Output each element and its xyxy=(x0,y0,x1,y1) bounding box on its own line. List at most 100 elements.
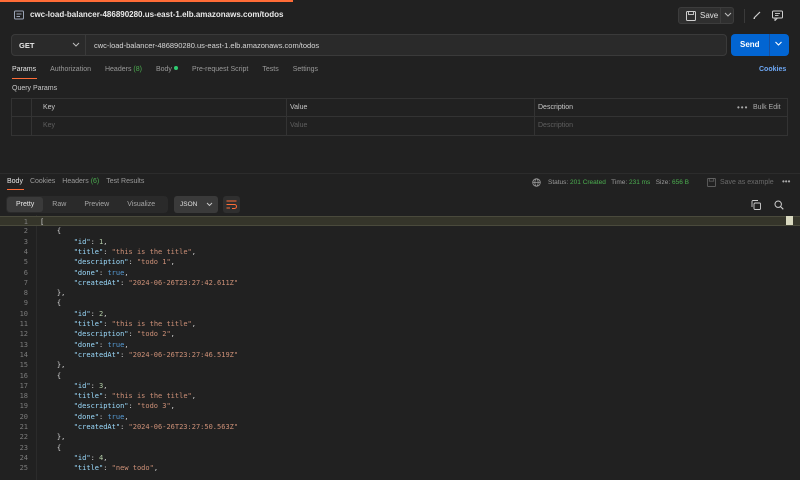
tab-authorization[interactable]: Authorization xyxy=(50,66,91,78)
cookies-link[interactable]: Cookies xyxy=(759,66,786,73)
code-line: 1[ xyxy=(0,216,800,227)
url-input[interactable] xyxy=(94,35,714,55)
table-header-row: Key Value Description ••• Bulk Edit xyxy=(12,99,787,117)
value-input[interactable]: Value xyxy=(290,122,307,129)
request-title[interactable]: cwc-load-balancer-486890280.us-east-1.el… xyxy=(30,10,283,19)
tab-body[interactable]: Body xyxy=(156,66,178,78)
header-divider xyxy=(744,9,745,23)
comment-icon[interactable] xyxy=(772,10,783,21)
tab-underline xyxy=(12,78,37,79)
code-line: 21 "createdAt": "2024-06-26T23:27:50.563… xyxy=(0,422,800,432)
code-text: "createdAt": "2024-06-26T23:27:42.611Z" xyxy=(73,278,239,287)
description-input[interactable]: Description xyxy=(538,122,573,129)
tab-response-body[interactable]: Body xyxy=(7,178,23,185)
code-text: "description": "todo 1", xyxy=(73,258,175,267)
code-text: { xyxy=(56,227,62,236)
code-line: 18 "title": "this is the title", xyxy=(0,391,800,401)
code-line: 16 { xyxy=(0,371,800,381)
code-line: 23 { xyxy=(0,443,800,453)
size-value[interactable]: 656 B xyxy=(672,179,689,186)
tab-params[interactable]: Params xyxy=(12,66,36,78)
save-as-example-button[interactable]: Save as example xyxy=(720,179,774,186)
line-number: 7 xyxy=(23,278,28,287)
save-icon xyxy=(707,178,716,187)
code-text: [ xyxy=(40,218,45,226)
tab-label: Body xyxy=(155,66,172,73)
column-divider xyxy=(31,99,32,135)
tab-response-cookies[interactable]: Cookies xyxy=(30,178,55,185)
time-value[interactable]: 231 ms xyxy=(629,179,650,186)
code-text: "done": true, xyxy=(73,340,129,349)
request-tabs: Params Authorization Headers (8) Body Pr… xyxy=(12,66,332,78)
line-number: 1 xyxy=(23,218,28,226)
bulk-edit-button[interactable]: Bulk Edit xyxy=(753,104,781,111)
line-number: 17 xyxy=(19,381,28,390)
code-text: { xyxy=(56,299,62,308)
line-number: 4 xyxy=(23,247,28,256)
code-text: "description": "todo 2", xyxy=(73,330,175,339)
code-line: 20 "done": true, xyxy=(0,412,800,422)
send-button[interactable]: Send xyxy=(731,34,789,56)
code-line: 4 "title": "this is the title", xyxy=(0,247,800,257)
line-number: 10 xyxy=(19,309,28,318)
tab-label: Authorization xyxy=(50,66,91,73)
code-text: }, xyxy=(56,433,66,442)
method-divider xyxy=(85,35,86,55)
line-number: 25 xyxy=(19,464,28,473)
tab-label: Headers xyxy=(104,66,132,73)
query-params-title: Query Params xyxy=(12,85,58,92)
edit-icon[interactable] xyxy=(752,10,762,20)
column-divider xyxy=(286,99,287,135)
code-line: 3 "id": 1, xyxy=(0,237,800,247)
tab-label: Settings xyxy=(292,66,318,73)
response-body-editor[interactable]: 1[2 {3 "id": 1, 4 "title": "this is the t… xyxy=(0,215,800,480)
code-line: 11 "title": "this is the title", xyxy=(0,319,800,329)
format-select[interactable]: JSON xyxy=(174,196,218,213)
tab-settings[interactable]: Settings xyxy=(293,66,318,78)
response-status: Status: 201 Created Time: 231 ms Size: 6… xyxy=(548,179,689,186)
line-number: 16 xyxy=(19,371,28,380)
text-cursor-marker xyxy=(786,216,793,225)
more-options-icon[interactable]: ••• xyxy=(737,103,748,112)
tab-headers[interactable]: Headers (8) xyxy=(105,66,142,78)
wrap-lines-button[interactable] xyxy=(223,196,240,213)
column-value: Value xyxy=(290,104,308,111)
line-number: 20 xyxy=(19,412,28,421)
code-line: 13 "done": true, xyxy=(0,340,800,350)
tab-tests[interactable]: Tests xyxy=(262,66,278,78)
view-visualize[interactable]: Visualize xyxy=(118,197,164,212)
chevron-down-icon[interactable] xyxy=(72,42,80,47)
column-key: Key xyxy=(43,104,56,111)
view-pretty[interactable]: Pretty xyxy=(7,197,44,212)
status-value[interactable]: 201 Created xyxy=(570,179,606,186)
tab-test-results[interactable]: Test Results xyxy=(106,178,144,185)
code-line: 8 }, xyxy=(0,288,800,298)
tab-pre-request-script[interactable]: Pre-request Script xyxy=(192,66,248,78)
globe-icon[interactable] xyxy=(532,178,541,187)
code-line: 12 "description": "todo 2", xyxy=(0,329,800,339)
response-tab-underline xyxy=(7,189,24,190)
code-text: "title": "this is the title", xyxy=(73,247,196,256)
code-text: { xyxy=(56,371,62,380)
tab-label: Params xyxy=(12,66,37,73)
view-preview[interactable]: Preview xyxy=(75,197,118,212)
save-button[interactable]: Save xyxy=(678,7,734,24)
key-input[interactable]: Key xyxy=(43,122,55,129)
code-text: "id": 2, xyxy=(73,309,108,318)
search-icon[interactable] xyxy=(774,200,784,210)
column-divider xyxy=(534,99,535,135)
code-text: "id": 4, xyxy=(73,453,108,462)
chevron-down-icon[interactable] xyxy=(774,41,783,47)
line-number: 18 xyxy=(19,392,28,401)
line-number: 24 xyxy=(19,453,28,462)
more-options-icon[interactable]: ••• xyxy=(782,177,790,186)
method-select[interactable]: GET xyxy=(19,41,34,50)
copy-icon[interactable] xyxy=(751,200,761,210)
tab-label: Headers xyxy=(62,178,89,185)
code-text: "title": "this is the title", xyxy=(73,392,196,401)
line-number: 23 xyxy=(19,443,28,452)
chevron-down-icon[interactable] xyxy=(723,12,733,18)
line-number: 2 xyxy=(23,227,28,236)
view-raw[interactable]: Raw xyxy=(43,197,75,212)
tab-response-headers[interactable]: Headers (6) xyxy=(62,178,99,185)
